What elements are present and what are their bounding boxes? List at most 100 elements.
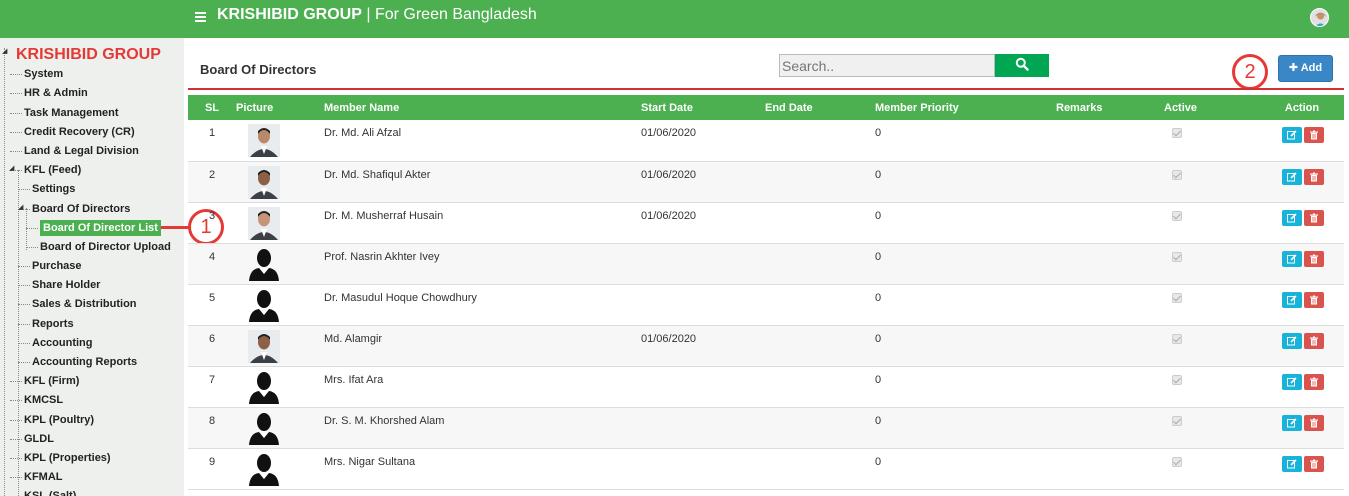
col-picture[interactable]: Picture xyxy=(236,95,324,120)
cell-member-name: Dr. M. Musherraf Husain xyxy=(324,209,444,222)
user-avatar[interactable] xyxy=(1310,8,1329,27)
col-start-date[interactable]: Start Date xyxy=(641,95,765,120)
sidebar-item-gldl[interactable]: GLDL xyxy=(10,431,54,447)
sidebar-item-task-management[interactable]: Task Management xyxy=(10,105,119,121)
search-input[interactable] xyxy=(779,54,995,77)
cell-member-name: Dr. Md. Ali Afzal xyxy=(324,127,402,139)
sidebar-item-ksl-salt[interactable]: KSL (Salt) xyxy=(24,488,76,496)
delete-button[interactable] xyxy=(1304,168,1324,185)
sidebar-item-accounting-reports[interactable]: Accounting Reports xyxy=(18,354,137,370)
col-end-date[interactable]: End Date xyxy=(765,95,875,120)
edit-button[interactable] xyxy=(1282,373,1302,390)
sidebar-item-credit-recovery-cr[interactable]: Credit Recovery (CR) xyxy=(10,124,135,140)
delete-button[interactable] xyxy=(1304,291,1324,308)
table-header-row: SL Picture Member Name Start Date End Da… xyxy=(188,95,1344,120)
sidebar-item-kfmal[interactable]: KFMAL xyxy=(10,469,63,485)
cell-action xyxy=(1260,407,1344,448)
cell-remarks xyxy=(1056,284,1164,325)
sidebar-item-label: Accounting xyxy=(32,337,93,349)
sidebar-item-kfl-firm[interactable]: KFL (Firm) xyxy=(10,373,79,389)
active-checkbox[interactable] xyxy=(1172,169,1182,180)
sidebar-item-label: Board Of Director List xyxy=(43,222,158,234)
sidebar-item-accounting[interactable]: Accounting xyxy=(18,335,93,351)
cell-sl: 8 xyxy=(208,414,216,427)
collapse-toggle-icon[interactable]: ◢ xyxy=(2,47,7,55)
sidebar-item-kpl-poultry[interactable]: KPL (Poultry) xyxy=(10,412,94,428)
collapse-toggle-icon[interactable]: ◢ xyxy=(9,164,14,172)
edit-button[interactable] xyxy=(1282,332,1302,349)
cell-member-priority: 0 xyxy=(875,373,882,386)
sidebar-item-board-of-directors[interactable]: Board Of Directors xyxy=(18,201,130,217)
edit-button[interactable] xyxy=(1282,168,1302,185)
col-sl[interactable]: SL xyxy=(188,95,236,120)
cell-active xyxy=(1164,202,1260,243)
sidebar-item-label: Board of Director Upload xyxy=(40,241,171,253)
active-checkbox[interactable] xyxy=(1172,128,1182,138)
tree-root-title[interactable]: KRISHIBID GROUP xyxy=(16,46,161,64)
search-button[interactable] xyxy=(995,54,1049,77)
cell-sl: 3 xyxy=(208,209,216,222)
cell-member-priority: 0 xyxy=(875,127,882,139)
sidebar-item-system[interactable]: System xyxy=(10,66,63,82)
active-checkbox[interactable] xyxy=(1172,333,1182,344)
cell-remarks xyxy=(1056,407,1164,448)
edit-button[interactable] xyxy=(1282,127,1302,143)
cell-active xyxy=(1164,243,1260,284)
col-member-priority[interactable]: Member Priority xyxy=(875,95,1056,120)
sidebar-item-board-of-director-list[interactable]: Board Of Director List xyxy=(26,220,161,236)
annotation-marker-2: 2 xyxy=(1232,54,1268,90)
sidebar-item-purchase[interactable]: Purchase xyxy=(18,258,82,274)
sidebar-item-label: Credit Recovery (CR) xyxy=(24,126,135,138)
cell-remarks xyxy=(1056,448,1164,489)
col-remarks[interactable]: Remarks xyxy=(1056,95,1164,120)
active-checkbox[interactable] xyxy=(1172,210,1182,221)
sidebar-item-settings[interactable]: Settings xyxy=(18,181,75,197)
tree-connector xyxy=(18,189,30,190)
sidebar-item-board-of-director-upload[interactable]: Board of Director Upload xyxy=(26,239,171,255)
cell-member-name: Prof. Nasrin Akhter Ivey xyxy=(324,250,440,263)
col-member-name[interactable]: Member Name xyxy=(324,95,641,120)
sidebar-item-kpl-properties[interactable]: KPL (Properties) xyxy=(10,450,111,466)
collapse-toggle-icon[interactable]: ◢ xyxy=(18,203,23,211)
active-checkbox[interactable] xyxy=(1172,292,1182,303)
tree-connector xyxy=(10,113,22,114)
delete-button[interactable] xyxy=(1304,209,1324,226)
tree-connector xyxy=(10,439,22,440)
member-silhouette-icon xyxy=(249,453,279,486)
cell-start-date xyxy=(641,243,765,284)
active-checkbox[interactable] xyxy=(1172,374,1182,385)
delete-button[interactable] xyxy=(1304,414,1324,431)
sidebar-item-reports[interactable]: Reports xyxy=(18,316,74,332)
sidebar-item-share-holder[interactable]: Share Holder xyxy=(18,277,100,293)
cell-end-date xyxy=(765,448,875,489)
sidebar-item-kfl-feed[interactable]: KFL (Feed) xyxy=(10,162,81,178)
edit-button[interactable] xyxy=(1282,291,1302,308)
edit-button[interactable] xyxy=(1282,209,1302,226)
delete-button[interactable] xyxy=(1304,455,1324,472)
cell-picture xyxy=(236,120,324,161)
edit-button[interactable] xyxy=(1282,250,1302,267)
menu-toggle-icon[interactable] xyxy=(195,12,206,22)
sidebar-item-land-legal-division[interactable]: Land & Legal Division xyxy=(10,143,139,159)
cell-picture xyxy=(236,284,324,325)
add-button[interactable]: ✚ Add xyxy=(1278,55,1333,82)
cell-active xyxy=(1164,284,1260,325)
edit-button[interactable] xyxy=(1282,455,1302,472)
sidebar-item-sales-distribution[interactable]: Sales & Distribution xyxy=(18,296,137,312)
sidebar-item-kmcsl[interactable]: KMCSL xyxy=(10,392,63,408)
delete-button[interactable] xyxy=(1304,373,1324,390)
cell-remarks xyxy=(1056,120,1164,161)
cell-active xyxy=(1164,448,1260,489)
delete-button[interactable] xyxy=(1304,127,1324,143)
delete-button[interactable] xyxy=(1304,332,1324,349)
edit-button[interactable] xyxy=(1282,414,1302,431)
table-row: 4 Prof. Nasrin Akhter Ivey 0 xyxy=(188,243,1344,284)
active-checkbox[interactable] xyxy=(1172,456,1182,467)
active-checkbox[interactable] xyxy=(1172,415,1182,426)
active-checkbox[interactable] xyxy=(1172,251,1182,262)
col-active[interactable]: Active xyxy=(1164,95,1260,120)
delete-button[interactable] xyxy=(1304,250,1324,267)
sidebar-item-hr-admin[interactable]: HR & Admin xyxy=(10,85,88,101)
search-icon xyxy=(1015,57,1029,71)
cell-start-date xyxy=(641,448,765,489)
